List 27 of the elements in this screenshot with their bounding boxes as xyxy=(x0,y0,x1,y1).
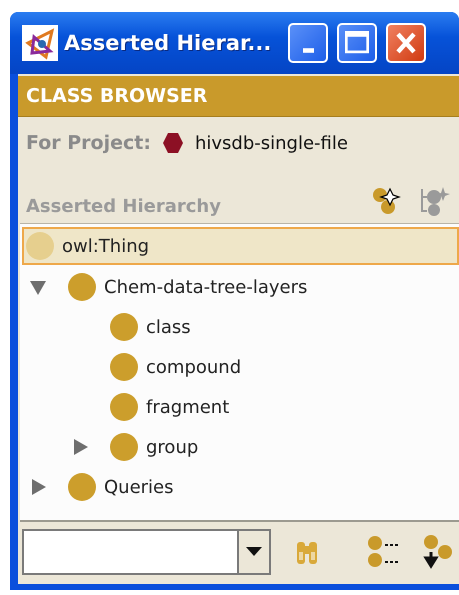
class-label: class xyxy=(146,316,191,338)
tree-row[interactable]: Chem-data-tree-layers xyxy=(22,267,459,307)
class-list-icon[interactable] xyxy=(365,534,401,570)
minimize-icon xyxy=(302,48,314,52)
tree-row[interactable]: Queries xyxy=(22,467,459,507)
tree-row[interactable]: owl:Thing xyxy=(22,227,459,265)
class-label: compound xyxy=(146,356,242,378)
close-button[interactable] xyxy=(386,23,426,63)
tree-row[interactable]: fragment xyxy=(22,387,459,427)
panel-header: CLASS BROWSER xyxy=(18,76,459,117)
project-name: hivsdb-single-file xyxy=(194,132,348,154)
project-label: For Project: xyxy=(26,132,151,154)
minimize-button[interactable] xyxy=(288,23,328,63)
tree-row[interactable]: class xyxy=(22,307,459,347)
class-label: fragment xyxy=(146,396,230,418)
window-title: Asserted Hierar... xyxy=(64,31,272,55)
class-label: owl:Thing xyxy=(62,236,150,256)
class-label: group xyxy=(146,436,198,458)
hierarchy-title: Asserted Hierarchy xyxy=(26,196,222,217)
caret-icon xyxy=(246,547,262,557)
maximize-button[interactable] xyxy=(337,23,378,63)
class-label: Queries xyxy=(104,476,174,498)
class-label: Chem-data-tree-layers xyxy=(104,276,308,298)
tree-row[interactable]: group xyxy=(22,427,459,467)
search-combo[interactable] xyxy=(22,529,271,575)
project-icon xyxy=(160,131,185,155)
tree-row[interactable]: compound xyxy=(22,347,459,387)
